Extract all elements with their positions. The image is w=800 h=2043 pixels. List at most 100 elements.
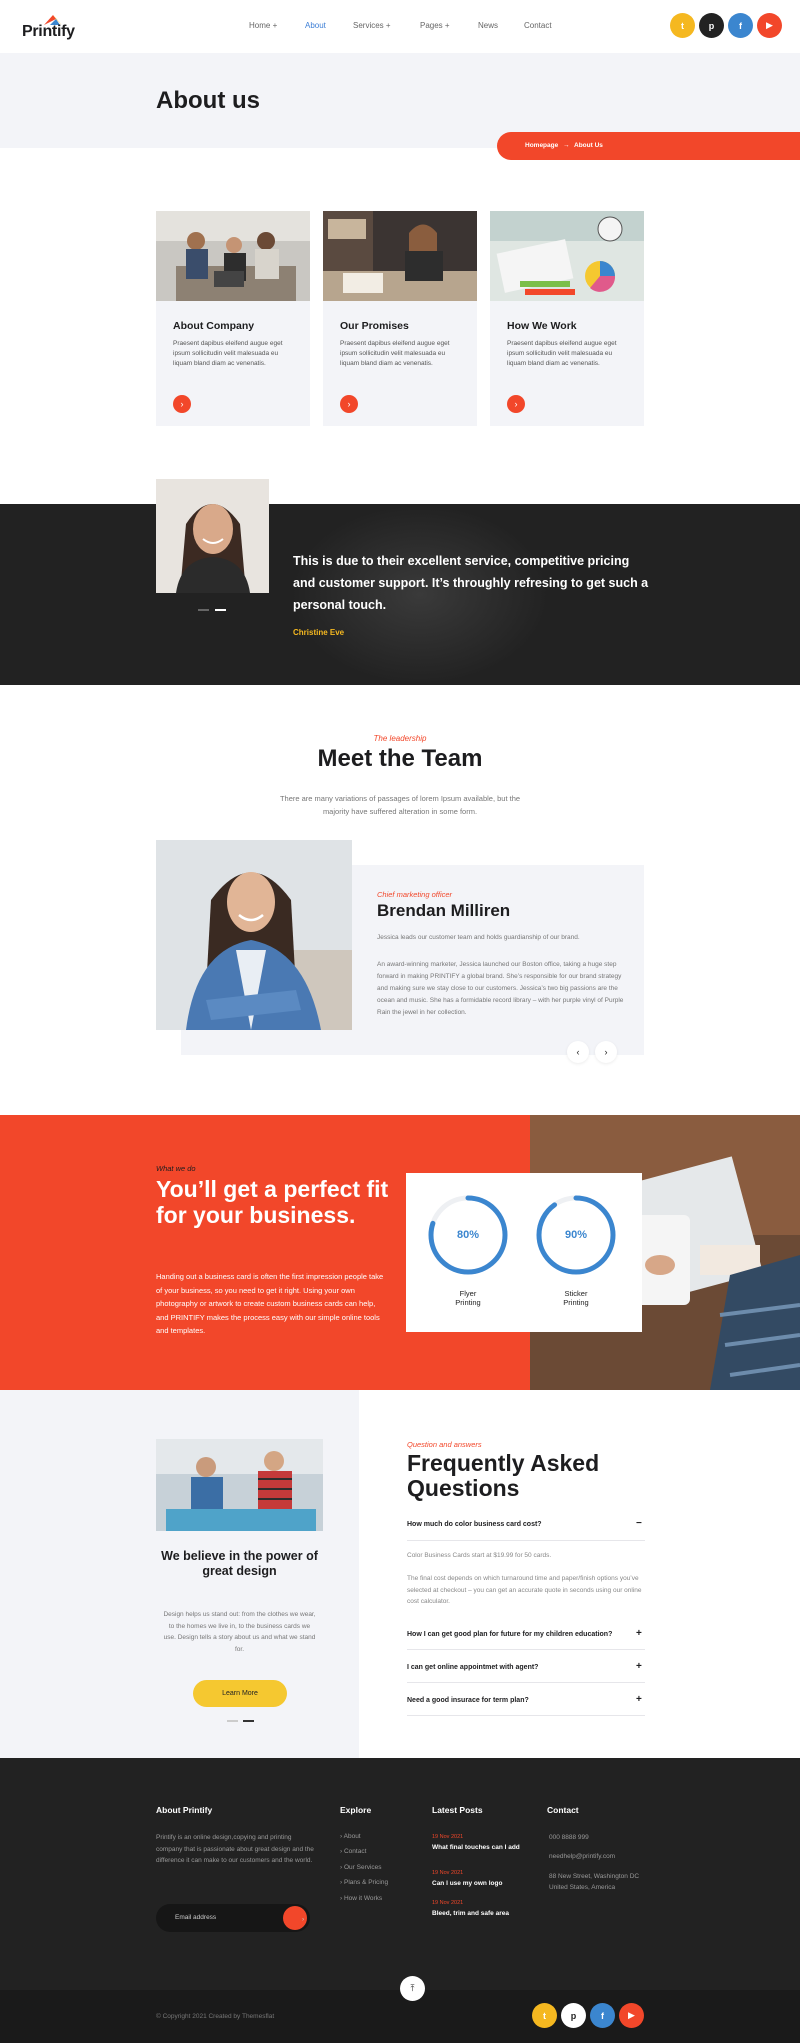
brand-logo[interactable]: Printify bbox=[22, 14, 112, 42]
learn-more-button[interactable]: Learn More bbox=[193, 1680, 287, 1707]
team-member-photo bbox=[156, 840, 352, 1030]
faq-question[interactable]: How much do color business card cost? bbox=[407, 1521, 645, 1528]
post-date: 19 Nov 2021 bbox=[432, 1834, 464, 1840]
footer-link-label: Plans & Pricing bbox=[343, 1879, 389, 1886]
info-card-about: About Company Praesent dapibus eleifend … bbox=[156, 211, 310, 426]
copyright: © Copyright 2021 Created by Themesflat bbox=[156, 2013, 275, 2020]
progress-label-line: Sticker bbox=[564, 1289, 588, 1298]
progress-label-line: Flyer bbox=[459, 1289, 477, 1298]
team-meeting-photo bbox=[156, 211, 310, 301]
nav-pages[interactable]: Pages + bbox=[420, 21, 450, 30]
post-title[interactable]: What final touches can I add bbox=[432, 1843, 522, 1852]
section-title: Meet the Team bbox=[317, 745, 483, 772]
footer-link[interactable]: › Plans & Pricing bbox=[340, 1879, 388, 1886]
footer-link-label: Our Services bbox=[343, 1864, 382, 1871]
faq-answer: The final cost depends on which turnarou… bbox=[407, 1575, 642, 1605]
progress-value: 90% bbox=[564, 1229, 588, 1241]
section-title: Frequently Asked Questions bbox=[407, 1450, 600, 1501]
faq-question[interactable]: I can get online appointmet with agent? bbox=[407, 1664, 645, 1671]
site-footer bbox=[0, 1758, 800, 1990]
card-text: Praesent dapibus eleifend augue eget ips… bbox=[173, 340, 283, 367]
post-title[interactable]: Bleed, trim and safe area bbox=[432, 1909, 522, 1918]
faq-question[interactable]: How I can get good plan for future for m… bbox=[407, 1631, 645, 1638]
nav-about[interactable]: About bbox=[305, 21, 326, 30]
card-arrow-button[interactable]: › bbox=[340, 395, 358, 413]
section-text: Handing out a business card is often the… bbox=[156, 1272, 384, 1335]
section-title: You’ll get a perfect fit for your busine… bbox=[156, 1176, 389, 1228]
card-arrow-button[interactable]: › bbox=[173, 395, 191, 413]
plus-icon[interactable]: + bbox=[636, 1661, 642, 1672]
subscribe-button[interactable]: › bbox=[283, 1906, 307, 1930]
progress-label-line: Printing bbox=[455, 1298, 481, 1307]
newsletter-form: Email address › bbox=[156, 1904, 310, 1932]
site-header: Printify Home + About Services + Pages +… bbox=[0, 0, 800, 53]
footer-link-label: About bbox=[343, 1833, 361, 1840]
footer-about-text: Printify is an online design,copying and… bbox=[156, 1834, 314, 1864]
plus-icon[interactable]: + bbox=[636, 1628, 642, 1639]
chevron-right-icon: › bbox=[514, 399, 518, 409]
arrow-up-icon: ⤒ bbox=[410, 1983, 415, 1993]
designer-desk-photo bbox=[323, 211, 477, 301]
next-button[interactable]: › bbox=[595, 1041, 617, 1063]
slider-dot-active[interactable] bbox=[243, 1720, 254, 1722]
facebook-icon[interactable]: f bbox=[590, 2003, 615, 2028]
pinterest-icon[interactable]: p bbox=[699, 13, 724, 38]
twitter-icon[interactable]: t bbox=[670, 13, 695, 38]
testimonial-quote: This is due to their excellent service, … bbox=[293, 554, 649, 612]
youtube-icon[interactable]: ▶ bbox=[619, 2003, 644, 2028]
breadcrumb: Homepage → About Us bbox=[497, 132, 800, 160]
faq-question[interactable]: Need a good insurace for term plan? bbox=[407, 1697, 645, 1704]
chevron-right-icon: › bbox=[302, 1916, 305, 1923]
card-arrow-button[interactable]: › bbox=[507, 395, 525, 413]
nav-news[interactable]: News bbox=[478, 21, 498, 30]
footer-heading: Contact bbox=[547, 1805, 579, 1815]
facebook-icon[interactable]: f bbox=[728, 13, 753, 38]
section-eyebrow: What we do bbox=[156, 1164, 196, 1173]
member-role: Chief marketing officer bbox=[377, 890, 453, 899]
youtube-icon[interactable]: ▶ bbox=[757, 13, 782, 38]
slider-dot[interactable] bbox=[198, 609, 209, 611]
email-input[interactable]: Email address bbox=[175, 1914, 216, 1921]
footer-link[interactable]: › About bbox=[340, 1833, 361, 1840]
nav-contact[interactable]: Contact bbox=[524, 21, 552, 30]
pinterest-icon[interactable]: p bbox=[561, 2003, 586, 2028]
progress-label: Flyer Printing bbox=[428, 1289, 508, 1307]
scroll-to-top-button[interactable]: ⤒ bbox=[400, 1976, 425, 2001]
section-eyebrow: The leadership bbox=[373, 734, 427, 743]
slider-dot-active[interactable] bbox=[215, 609, 226, 611]
footer-link[interactable]: › How it Works bbox=[340, 1895, 382, 1902]
footer-link[interactable]: › Contact bbox=[340, 1848, 366, 1855]
footer-bottom-bar bbox=[0, 1990, 800, 2043]
breadcrumb-home[interactable]: Homepage bbox=[525, 142, 558, 149]
member-summary: Jessica leads our customer team and hold… bbox=[377, 934, 580, 941]
nav-services[interactable]: Services + bbox=[353, 21, 391, 30]
nav-home[interactable]: Home + bbox=[249, 21, 277, 30]
footer-heading: Explore bbox=[340, 1805, 372, 1815]
section-text: There are many variations of passages of… bbox=[279, 794, 521, 816]
color-swatches-photo bbox=[490, 211, 644, 301]
contact-email[interactable]: needhelp@printify.com bbox=[549, 1851, 649, 1862]
info-card-promises: Our Promises Praesent dapibus eleifend a… bbox=[323, 211, 477, 426]
card-title: How We Work bbox=[507, 320, 577, 332]
faq-answer: Color Business Cards start at $19.99 for… bbox=[407, 1552, 552, 1559]
divider bbox=[407, 1682, 645, 1683]
slider-dot[interactable] bbox=[227, 1720, 238, 1722]
footer-link-label: Contact bbox=[343, 1848, 367, 1855]
minus-icon[interactable]: − bbox=[636, 1518, 642, 1529]
print-shop-photo bbox=[156, 1439, 323, 1531]
chevron-right-icon: › bbox=[604, 1047, 608, 1057]
card-title: About Company bbox=[173, 320, 255, 332]
post-title[interactable]: Can I use my own logo bbox=[432, 1879, 522, 1888]
chevron-left-icon: ‹ bbox=[576, 1047, 580, 1057]
card-text: Praesent dapibus eleifend augue eget ips… bbox=[340, 340, 450, 367]
believe-title: We believe in the power of great design bbox=[161, 1549, 318, 1578]
footer-link[interactable]: › Our Services bbox=[340, 1864, 382, 1871]
contact-phone[interactable]: 000 8888 999 bbox=[549, 1832, 649, 1843]
believe-text: Design helps us stand out: from the clot… bbox=[163, 1611, 316, 1653]
plus-icon[interactable]: + bbox=[636, 1694, 642, 1705]
prev-button[interactable]: ‹ bbox=[567, 1041, 589, 1063]
page-title: About us bbox=[156, 87, 260, 114]
twitter-icon[interactable]: t bbox=[532, 2003, 557, 2028]
member-name: Brendan Milliren bbox=[377, 901, 511, 920]
brand-name: Printify bbox=[22, 23, 75, 40]
